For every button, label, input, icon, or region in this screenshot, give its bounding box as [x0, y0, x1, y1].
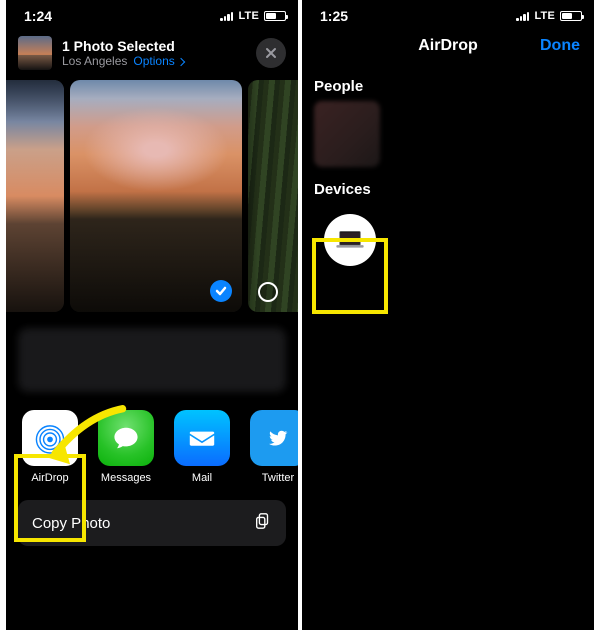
selection-check-icon[interactable]	[210, 280, 232, 302]
airdrop-icon	[22, 410, 78, 466]
messages-share-button[interactable]: Messages	[98, 410, 154, 484]
macbook-icon	[333, 228, 367, 252]
airdrop-share-button[interactable]: AirDrop	[22, 410, 78, 484]
messages-icon	[98, 410, 154, 466]
contact-suggestions-row[interactable]	[18, 328, 286, 392]
section-people-title: People	[314, 78, 594, 95]
status-right: LTE	[516, 10, 582, 22]
app-label: Mail	[174, 472, 230, 484]
done-button[interactable]: Done	[540, 37, 580, 55]
header-thumbnail	[18, 36, 52, 70]
battery-icon	[560, 11, 582, 21]
signal-icon	[516, 11, 529, 21]
section-devices-title: Devices	[314, 181, 594, 198]
copy-photo-row[interactable]: Copy Photo	[18, 500, 286, 546]
app-label: AirDrop	[22, 472, 78, 484]
photo-thumbnail-selected[interactable]	[70, 80, 242, 312]
selection-circle-icon[interactable]	[258, 282, 278, 302]
network-label: LTE	[534, 10, 555, 22]
status-bar: 1:24 LTE	[6, 0, 298, 28]
battery-icon	[264, 11, 286, 21]
share-sheet-screen: 1:24 LTE 1 Photo Selected Los Angeles Op…	[6, 0, 298, 630]
share-header: 1 Photo Selected Los Angeles Options	[6, 28, 298, 80]
twitter-share-button[interactable]: Twitter	[250, 410, 298, 484]
close-button[interactable]	[256, 38, 286, 68]
close-icon	[265, 47, 277, 59]
twitter-icon	[250, 410, 298, 466]
status-time: 1:25	[320, 8, 348, 24]
copy-icon	[254, 512, 272, 535]
status-time: 1:24	[24, 8, 52, 24]
nav-title: AirDrop	[418, 37, 478, 55]
status-bar: 1:25 LTE	[302, 0, 594, 28]
chevron-right-icon	[177, 54, 184, 68]
network-label: LTE	[238, 10, 259, 22]
status-right: LTE	[220, 10, 286, 22]
share-apps-row[interactable]: AirDrop Messages Mail Twitter	[6, 392, 298, 484]
app-label: Messages	[98, 472, 154, 484]
signal-icon	[220, 11, 233, 21]
device-avatar	[324, 214, 376, 266]
mail-share-button[interactable]: Mail	[174, 410, 230, 484]
header-location: Los Angeles	[62, 54, 127, 68]
app-label: Twitter	[250, 472, 298, 484]
airdrop-screen: 1:25 LTE AirDrop Done People Devices	[302, 0, 594, 630]
navbar: AirDrop Done	[302, 28, 594, 64]
photo-thumbnail[interactable]	[248, 80, 298, 312]
options-link[interactable]: Options	[133, 54, 183, 68]
device-target[interactable]	[314, 204, 386, 276]
header-title: 1 Photo Selected	[62, 38, 246, 54]
mail-icon	[174, 410, 230, 466]
photo-thumbnail[interactable]	[6, 80, 64, 312]
action-label: Copy Photo	[32, 515, 110, 532]
photo-strip[interactable]	[6, 80, 298, 312]
people-target[interactable]	[314, 101, 380, 167]
